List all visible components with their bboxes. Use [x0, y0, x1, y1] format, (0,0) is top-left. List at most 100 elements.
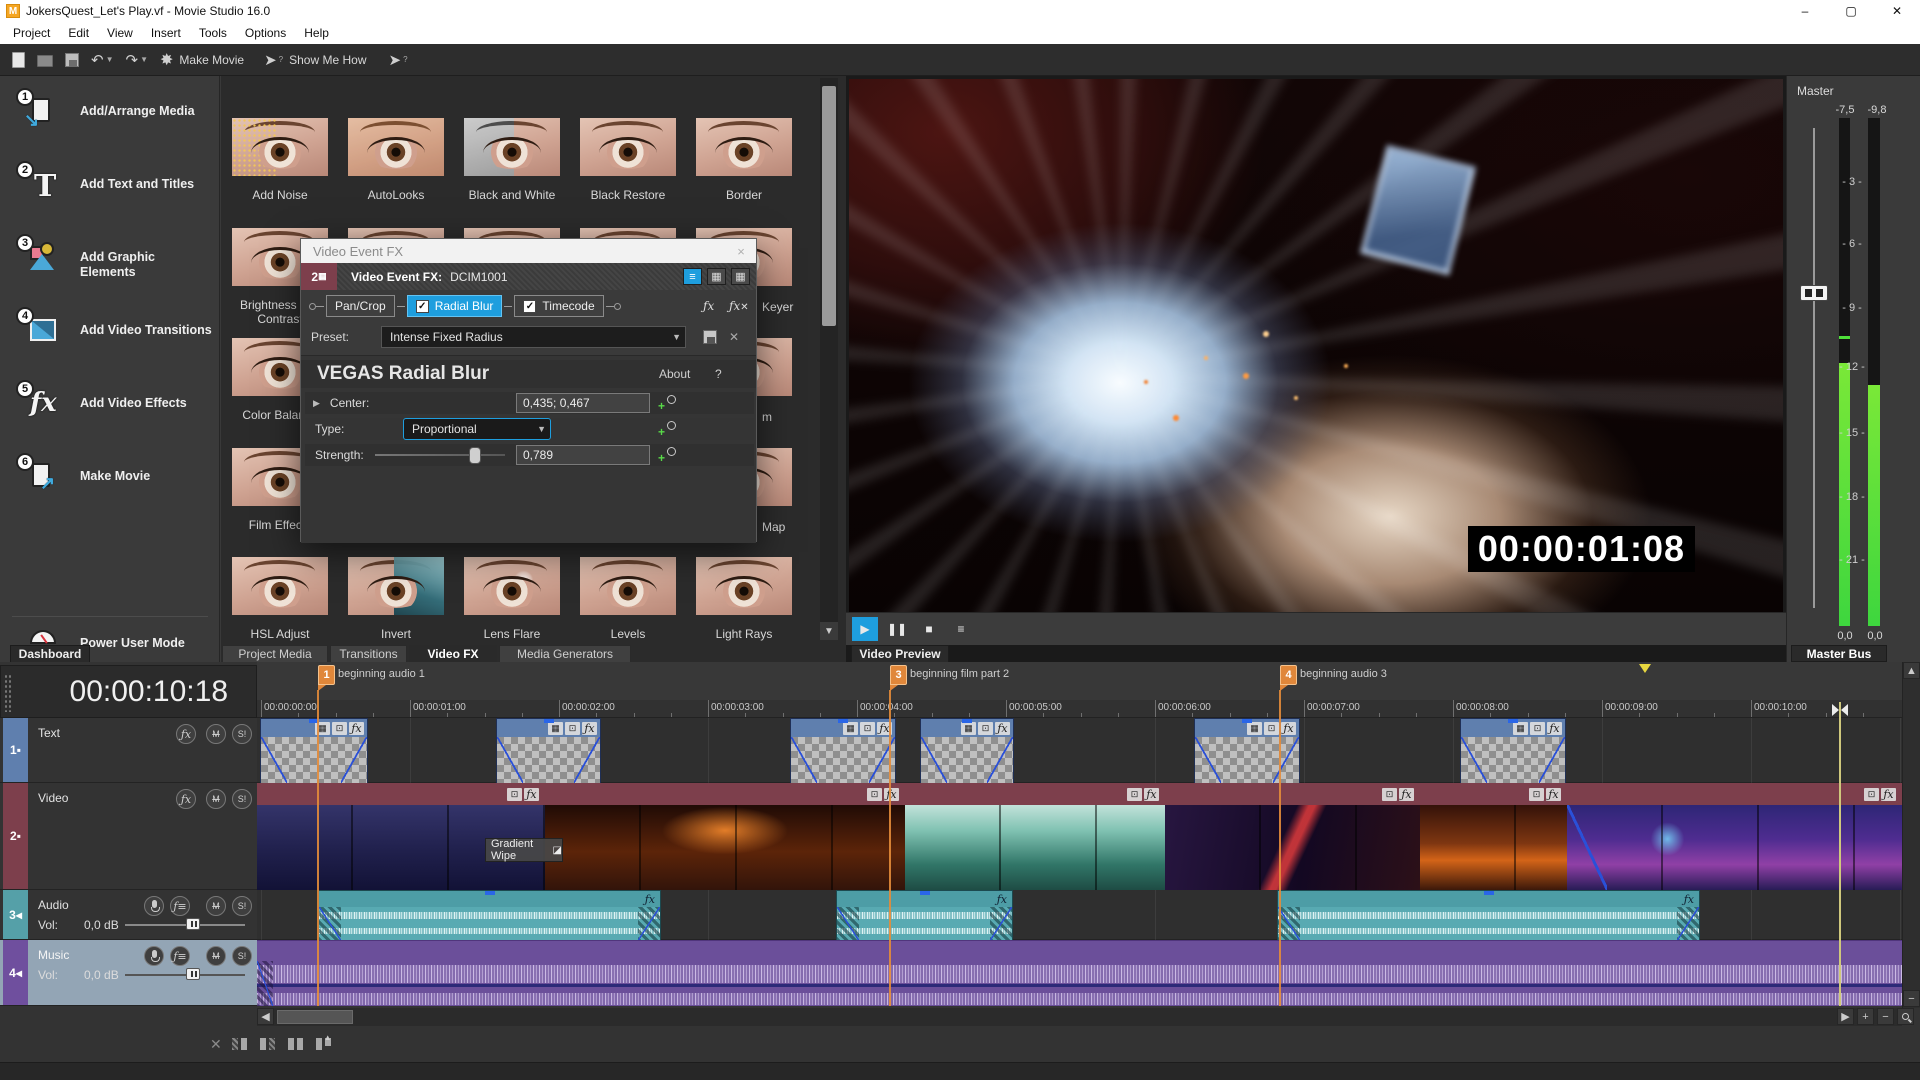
tab-media-generators[interactable]: Media Generators	[499, 645, 631, 662]
track-fx-icon[interactable]: ƒ≡	[170, 896, 190, 916]
track-color-strip[interactable]: 2▪	[3, 783, 28, 889]
menu-item-insert[interactable]: Insert	[142, 23, 190, 43]
event-fx-icon[interactable]: ƒx	[1281, 722, 1296, 735]
track-fx-icon[interactable]: ƒx	[176, 724, 196, 744]
fx-thumb-light-rays[interactable]	[696, 557, 792, 615]
event-crop-icon[interactable]: ⊡	[565, 722, 580, 735]
type-dropdown[interactable]: Proportional▼	[403, 418, 551, 440]
tab-video-fx[interactable]: Video FX	[409, 645, 497, 662]
sidebar-item-step-5[interactable]: 5fxAdd Video Effects	[0, 388, 220, 448]
track-header-audio[interactable]: 3◂Audioƒ≡MS!Vol:0,0 dB	[0, 890, 257, 940]
timeline-ruler[interactable]: 00:00:00:0000:00:01:0000:00:02:0000:00:0…	[257, 700, 1902, 718]
menu-item-view[interactable]: View	[98, 23, 142, 43]
zoom-tool-icon[interactable]	[1897, 1008, 1914, 1025]
event-fx-icon[interactable]: ƒx	[1144, 788, 1159, 801]
event-fx-icon[interactable]: ƒx	[1546, 788, 1561, 801]
video-event-club[interactable]: ⊡ƒx	[1567, 783, 1902, 890]
event-fx-icon[interactable]: ƒx	[884, 788, 899, 801]
event-fx-icon[interactable]: ƒx	[582, 722, 597, 735]
scroll-left-icon[interactable]: ◀	[257, 1008, 274, 1025]
audio-event[interactable]: ƒx	[836, 890, 1013, 940]
menu-item-help[interactable]: Help	[295, 23, 338, 43]
track-height-minus-icon[interactable]: −	[1903, 990, 1920, 1007]
trim-end-icon[interactable]	[258, 1036, 278, 1052]
menu-item-tools[interactable]: Tools	[190, 23, 236, 43]
event-crop-icon[interactable]: ⊡	[332, 722, 347, 735]
audio-event[interactable]: ƒx	[1277, 890, 1700, 940]
fx-list-view-icon[interactable]: ≡	[683, 268, 702, 285]
preset-combo[interactable]: Intense Fixed Radius▼	[381, 326, 686, 348]
volume-slider-thumb[interactable]	[186, 968, 200, 980]
solo-button[interactable]: S!	[232, 789, 252, 809]
track-header-text[interactable]: 1▪TextƒxMS!	[0, 718, 257, 783]
event-fx-icon[interactable]: ƒx	[1684, 893, 1694, 906]
solo-button[interactable]: S!	[232, 724, 252, 744]
fx-thumb-hsl-adjust[interactable]	[232, 557, 328, 615]
close-button[interactable]: ✕	[1874, 0, 1920, 22]
sidebar-item-step-3[interactable]: 3Add Graphic Elements	[0, 242, 220, 302]
text-event[interactable]: ▦⊡ƒx	[790, 718, 896, 783]
make-movie-icon[interactable]: ✸	[160, 50, 173, 70]
event-fx-icon[interactable]: ƒx	[524, 788, 539, 801]
marker-flag-1[interactable]: 1	[318, 665, 335, 685]
audio-event[interactable]: ƒx	[318, 890, 661, 940]
fx-thumb-border[interactable]	[696, 118, 792, 176]
track-header-music[interactable]: 4◂Musicƒ≡MS!Vol:0,0 dB	[0, 940, 257, 1006]
scroll-right-icon[interactable]: ▶	[1837, 1008, 1854, 1025]
fx-thumb-add-noise[interactable]	[232, 118, 328, 176]
strength-slider-track[interactable]	[375, 454, 505, 456]
event-generated-media-icon[interactable]: ▦	[1247, 722, 1262, 735]
project-end-marker[interactable]	[1639, 664, 1651, 673]
strength-slider-thumb[interactable]	[469, 447, 481, 464]
text-event[interactable]: ▦⊡ƒx	[496, 718, 601, 783]
tab-transitions[interactable]: Transitions	[330, 645, 407, 662]
event-crop-icon[interactable]: ⊡	[1127, 788, 1142, 801]
fx-scrollbar-thumb[interactable]	[822, 86, 836, 326]
solo-button[interactable]: S!	[232, 946, 252, 966]
maximize-button[interactable]: ▢	[1828, 0, 1874, 22]
event-fx-icon[interactable]: ƒx	[997, 893, 1007, 906]
event-crop-icon[interactable]: ⊡	[1864, 788, 1879, 801]
new-project-icon[interactable]	[12, 52, 25, 68]
sidebar-item-step-1[interactable]: 1↘Add/Arrange Media	[0, 96, 220, 156]
type-keyframe-icon[interactable]: +	[658, 421, 676, 437]
record-arm-icon[interactable]	[144, 896, 164, 916]
fx-grid-view-icon[interactable]: ▦	[707, 268, 726, 285]
show-me-how-button[interactable]: Show Me How	[289, 53, 366, 67]
preview-menu-icon[interactable]: ≡	[948, 617, 974, 641]
marker-bar[interactable]: 1beginning audio 13beginning film part 2…	[257, 662, 1902, 700]
playhead-handle[interactable]	[1832, 704, 1848, 716]
event-crop-icon[interactable]: ⊡	[1382, 788, 1397, 801]
event-generated-media-icon[interactable]: ▦	[1513, 722, 1528, 735]
volume-slider[interactable]	[125, 974, 245, 976]
gradient-wipe-transition[interactable]: Gradient Wipe◪	[485, 838, 563, 862]
mute-button[interactable]: M	[206, 946, 226, 966]
mute-button[interactable]: M	[206, 896, 226, 916]
trim-start-icon[interactable]	[230, 1036, 250, 1052]
timeline-hscrollbar[interactable]: ◀ ▶ + −	[257, 1008, 1902, 1026]
time-display[interactable]: 00:00:10:18	[0, 665, 257, 718]
event-fx-icon[interactable]: ƒx	[995, 722, 1010, 735]
help-button[interactable]: ?	[715, 367, 722, 381]
track-color-strip[interactable]: 1▪	[3, 718, 28, 782]
insert-marker-icon[interactable]: ▲	[314, 1036, 334, 1052]
center-keyframe-icon[interactable]: +	[658, 395, 676, 411]
event-crop-icon[interactable]: ⊡	[978, 722, 993, 735]
event-fx-icon[interactable]: ƒx	[1881, 788, 1896, 801]
menu-item-edit[interactable]: Edit	[59, 23, 98, 43]
fx-thumb-invert[interactable]	[348, 557, 444, 615]
open-project-icon[interactable]	[37, 52, 53, 67]
event-crop-icon[interactable]: ⊡	[1264, 722, 1279, 735]
sidebar-item-step-6[interactable]: 6↗Make Movie	[0, 461, 220, 521]
zoom-in-icon[interactable]: +	[1857, 1008, 1874, 1025]
mute-button[interactable]: M	[206, 789, 226, 809]
track-header-video[interactable]: 2▪VideoƒxMS!	[0, 783, 257, 890]
volume-slider[interactable]	[125, 924, 245, 926]
make-movie-button[interactable]: Make Movie	[179, 53, 244, 67]
video-event-fire[interactable]: ⊡ƒx	[545, 783, 905, 890]
fx-scrollbar[interactable]: ▼	[820, 78, 838, 640]
minimize-button[interactable]: –	[1782, 0, 1828, 22]
video-event-flame[interactable]: ⊡ƒx	[1420, 783, 1567, 890]
menu-item-project[interactable]: Project	[4, 23, 59, 43]
master-fader-thumb[interactable]	[1800, 285, 1828, 301]
